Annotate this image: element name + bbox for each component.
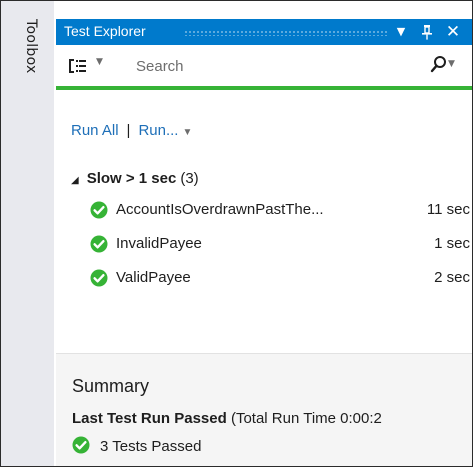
test-row[interactable]: InvalidPayee 1 sec — [90, 234, 470, 256]
toolbox-tab[interactable]: Toolbox — [23, 19, 39, 74]
run-actions: Run All | Run... ▼ — [71, 122, 192, 139]
chevron-down-icon: ▼ — [396, 25, 406, 38]
test-duration: 2 sec — [434, 269, 470, 286]
last-run-status: Last Test Run Passed — [72, 410, 227, 427]
test-group-header[interactable]: ◢ Slow > 1 sec (3) — [71, 170, 199, 187]
summary-pane: Summary Last Test Run Passed (Total Run … — [56, 353, 472, 466]
run-dropdown-arrow[interactable]: ▼ — [182, 127, 192, 138]
window-dropdown-button[interactable]: ▼ — [392, 22, 410, 42]
test-explorer-screenshot: Toolbox Test Explorer ▼ ✕ ▼ Search ▼ Run… — [0, 0, 473, 467]
window-title: Test Explorer — [64, 23, 146, 39]
group-by-button[interactable] — [68, 57, 88, 75]
group-count: (3) — [180, 170, 199, 187]
toolbox-strip: Toolbox — [1, 1, 54, 466]
passed-count-line[interactable]: 3 Tests Passed — [72, 436, 201, 455]
group-by-dropdown-arrow[interactable]: ▼ — [96, 57, 103, 67]
run-all-link[interactable]: Run All — [71, 122, 119, 139]
passed-count: 3 Tests Passed — [100, 438, 202, 455]
test-row[interactable]: ValidPayee 2 sec — [90, 268, 470, 290]
test-duration: 11 sec — [426, 201, 470, 218]
close-icon: ✕ — [445, 22, 461, 42]
test-name: ValidPayee — [116, 269, 191, 286]
search-icon — [430, 56, 446, 73]
test-row[interactable]: AccountIsOverdrawnPastThe... 11 sec — [90, 200, 470, 222]
title-bar: Test Explorer ▼ ✕ — [56, 19, 472, 45]
group-name: Slow > 1 sec — [86, 170, 177, 187]
pin-icon — [422, 25, 432, 40]
search-options-dropdown-arrow[interactable]: ▼ — [448, 59, 455, 69]
group-by-icon — [69, 59, 86, 73]
pass-check-icon — [90, 201, 108, 219]
pin-button[interactable] — [418, 22, 436, 42]
close-button[interactable]: ✕ — [444, 22, 462, 42]
search-button[interactable] — [430, 55, 448, 75]
toolbar: ▼ ▼ — [56, 45, 472, 85]
run-link[interactable]: Run... — [138, 122, 178, 139]
test-name: AccountIsOverdrawnPastThe... — [116, 201, 324, 218]
search-input[interactable] — [136, 55, 376, 77]
pass-check-icon — [72, 436, 90, 454]
test-name: InvalidPayee — [116, 235, 202, 252]
total-run-time: (Total Run Time 0:00:2 — [230, 410, 382, 427]
pass-check-icon — [90, 235, 108, 253]
run-separator: | — [126, 122, 131, 139]
drag-handle[interactable] — [184, 30, 389, 36]
test-duration: 1 sec — [434, 235, 470, 252]
last-run-summary: Last Test Run Passed (Total Run Time 0:0… — [72, 410, 382, 427]
pass-check-icon — [90, 269, 108, 287]
collapse-triangle-icon[interactable]: ◢ — [71, 175, 79, 186]
summary-title: Summary — [72, 376, 150, 396]
